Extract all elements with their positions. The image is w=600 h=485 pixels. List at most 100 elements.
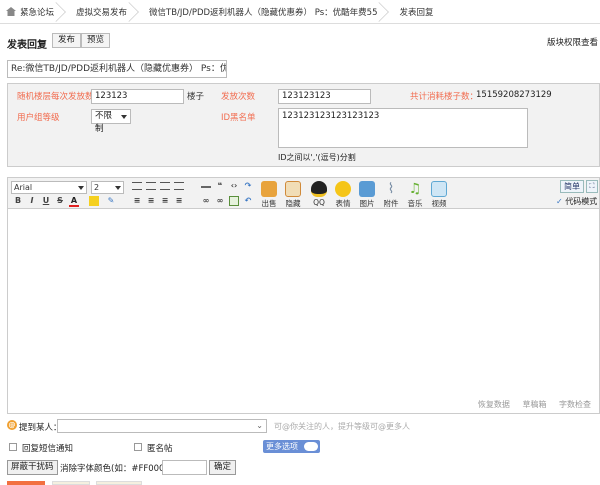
music-label: 音乐	[407, 199, 423, 208]
secondary-button-edge[interactable]	[52, 481, 90, 485]
code-mode-toggle[interactable]: ✓ 代码模式	[556, 196, 597, 207]
breadcrumb-item-forum[interactable]: 紧急论坛	[0, 0, 66, 24]
mention-label: 提到某人：	[19, 423, 62, 433]
align-justify-icon[interactable]	[174, 182, 184, 190]
align-right-icon[interactable]	[160, 182, 170, 190]
attachment-icon: ⌇	[387, 181, 395, 197]
font-size-value: 2	[94, 183, 100, 192]
blacklist-textarea[interactable]: 123123123123123123	[278, 108, 528, 148]
italic-icon[interactable]: I	[27, 196, 37, 206]
reply-notify-checkbox[interactable]	[9, 443, 17, 454]
unordered-list-icon[interactable]: ≡	[146, 196, 156, 206]
unlink-icon[interactable]: ∞	[215, 196, 225, 206]
drafts-link[interactable]: 草稿箱	[522, 400, 546, 409]
anonymous-checkbox[interactable]	[134, 443, 142, 454]
times-input[interactable]: 123123123	[278, 89, 371, 104]
editor-content-area[interactable]	[8, 209, 599, 401]
anonymous-label: 匿名帖	[147, 444, 173, 454]
reward-options-panel: 随机楼层每次发放数 123123 楼子 发放次数 123123123 共计消耗楼…	[7, 83, 600, 167]
mention-icon: @	[7, 420, 17, 430]
quote-icon[interactable]: ❝	[215, 181, 225, 191]
total-value: 15159208273129	[476, 90, 552, 100]
qq-label: QQ	[313, 198, 325, 207]
align-left-icon[interactable]	[132, 182, 142, 190]
more-options-toggle[interactable]: 更多选项	[263, 440, 320, 453]
smiley-button[interactable]: 表情	[332, 181, 354, 209]
toggle-knob	[304, 442, 318, 451]
align-center-icon[interactable]	[146, 182, 156, 190]
restore-data-link[interactable]: 恢复数据	[478, 400, 510, 409]
font-family-value: Arial	[14, 183, 33, 192]
highlight-icon[interactable]	[89, 196, 99, 206]
preview-button[interactable]: 预览	[81, 33, 111, 48]
chevron-down-icon	[115, 186, 121, 190]
smiley-icon	[335, 181, 351, 197]
breadcrumb-item-thread[interactable]: 微信TB/JD/PDD返利机器人（隐藏优惠券） Ps：优酷年费55	[135, 0, 390, 24]
editor-status-bar: 恢复数据 草稿箱 字数检查	[468, 399, 591, 410]
hide-button[interactable]: 隐藏	[282, 181, 304, 209]
horizontal-rule-icon[interactable]	[201, 186, 211, 188]
fullscreen-icon[interactable]: ⛶	[586, 180, 598, 193]
tertiary-button-edge[interactable]	[96, 481, 142, 485]
blacklist-hint: ID之间以','(逗号)分割	[278, 153, 356, 162]
breadcrumb-label: 微信TB/JD/PDD返利机器人（隐藏优惠券） Ps：优酷年费55	[149, 7, 378, 18]
check-icon: ✓	[556, 197, 563, 206]
sell-button[interactable]: 出售	[258, 181, 280, 209]
font-color-icon[interactable]: A	[69, 196, 79, 207]
mention-input[interactable]: ⌄	[57, 419, 267, 433]
permission-link[interactable]: 版块权限查看	[547, 36, 598, 48]
underline-icon[interactable]: U	[41, 196, 51, 206]
breadcrumb-item-current: 发表回复	[385, 0, 441, 24]
video-button[interactable]: 视频	[428, 181, 450, 209]
font-family-select[interactable]: Arial	[11, 181, 87, 194]
hide-icon	[285, 181, 301, 197]
publish-button[interactable]: 发布	[52, 33, 82, 48]
usergroup-label: 用户组等级	[17, 113, 60, 123]
qq-button[interactable]: QQ	[308, 181, 330, 207]
confirm-button[interactable]: 确定	[209, 460, 237, 475]
usergroup-select[interactable]: 不限制	[91, 109, 131, 134]
outdent-icon[interactable]: ≡	[160, 196, 170, 206]
image-button[interactable]: 图片	[356, 181, 378, 209]
attachment-button[interactable]: ⌇ 附件	[380, 181, 402, 209]
total-label: 共计消耗楼子数：	[410, 92, 479, 102]
bold-icon[interactable]: B	[13, 196, 23, 206]
simple-mode-button[interactable]: 简单	[560, 180, 584, 193]
table-icon[interactable]	[229, 196, 239, 206]
link-icon[interactable]: ∞	[201, 196, 211, 206]
submit-button-edge[interactable]	[7, 481, 45, 485]
attachment-label: 附件	[383, 199, 399, 208]
code-icon[interactable]: ‹›	[229, 181, 239, 191]
qq-icon	[311, 181, 327, 197]
shield-code-button[interactable]: 屏蔽干扰码	[7, 460, 58, 475]
mention-hint: 可@你关注的人，提升等级可@更多人	[274, 422, 410, 431]
blacklist-label: ID黑名单	[221, 113, 256, 123]
ordered-list-icon[interactable]: ≡	[132, 196, 142, 206]
chevron-down-icon	[78, 186, 84, 190]
code-mode-label: 代码模式	[565, 197, 598, 206]
color-input[interactable]	[162, 460, 207, 475]
subject-input[interactable]: Re:微信TB/JD/PDD返利机器人（隐藏优惠券） Ps：优f	[7, 60, 227, 78]
breadcrumb: 紧急论坛 虚拟交易发布 微信TB/JD/PDD返利机器人（隐藏优惠券） Ps：优…	[0, 0, 600, 24]
page-title: 发表回复	[7, 40, 47, 51]
home-icon	[6, 7, 16, 16]
per-floor-input[interactable]: 123123	[91, 89, 184, 104]
sell-icon	[261, 181, 277, 197]
per-floor-label: 随机楼层每次发放数	[17, 92, 94, 102]
more-options-label: 更多选项	[266, 442, 298, 451]
redo-icon[interactable]: ↷	[243, 181, 253, 191]
music-button[interactable]: ♫ 音乐	[404, 181, 426, 209]
indent-icon[interactable]: ≡	[174, 196, 184, 206]
unit-label: 楼子	[187, 92, 205, 102]
times-label: 发放次数	[221, 92, 256, 102]
word-count-link[interactable]: 字数检查	[559, 400, 591, 409]
strikethrough-icon[interactable]: S	[55, 196, 65, 206]
undo-icon[interactable]: ↶	[243, 196, 253, 206]
video-icon	[431, 181, 447, 197]
editor-toolbar: Arial 2 ❝ ‹› ↷ B I U S A ✎ ≡ ≡ ≡ ≡ ∞ ∞ ↶…	[8, 178, 599, 209]
breadcrumb-item-section[interactable]: 虚拟交易发布	[62, 0, 139, 24]
eraser-icon[interactable]: ✎	[106, 196, 116, 206]
hide-label: 隐藏	[285, 199, 301, 208]
font-size-select[interactable]: 2	[91, 181, 124, 194]
chevron-down-icon: ⌄	[256, 421, 263, 430]
